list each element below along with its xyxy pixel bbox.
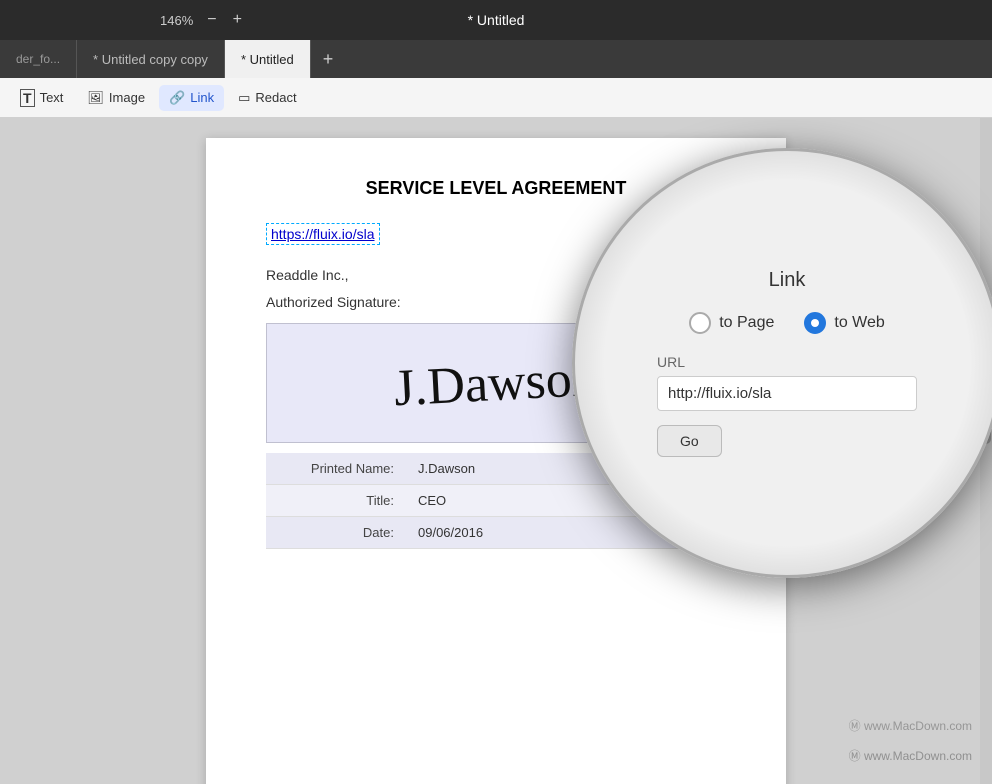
image-icon: 🖼	[87, 90, 104, 106]
watermark-bottom: Ⓜ www.MacDown.com	[849, 747, 972, 764]
title-label: Title:	[266, 485, 406, 517]
link-popup-overlay: Link to Page to Web URL Go	[572, 148, 992, 578]
zoom-out-button[interactable]: −	[205, 11, 218, 29]
text-icon: T	[20, 89, 35, 107]
to-web-label: to Web	[834, 314, 884, 332]
to-web-option[interactable]: to Web	[804, 312, 884, 334]
tab-bar: der_fo... * Untitled copy copy * Untitle…	[0, 40, 992, 78]
window-title: * Untitled	[468, 12, 525, 28]
to-web-radio[interactable]	[804, 312, 826, 334]
zoom-label: 146%	[160, 13, 193, 28]
redact-icon: ▭	[238, 90, 250, 106]
link-type-selector: to Page to Web	[689, 312, 885, 334]
url-label: URL	[657, 354, 685, 370]
date-label: Date:	[266, 517, 406, 549]
watermark-icon: Ⓜ	[849, 719, 861, 733]
go-button[interactable]: Go	[657, 425, 722, 457]
zoom-in-button[interactable]: +	[231, 11, 244, 29]
tab-copy[interactable]: * Untitled copy copy	[77, 40, 225, 78]
content-area: SERVICE LEVEL AGREEMENT https://fluix.io…	[0, 118, 992, 784]
link-popup: Link to Page to Web URL Go	[617, 239, 957, 487]
text-tool-button[interactable]: T Text	[10, 84, 73, 112]
link-tool-button[interactable]: 🔗 Link	[159, 85, 224, 111]
toolbar: T Text 🖼 Image 🔗 Link ▭ Redact	[0, 78, 992, 118]
title-bar-controls: 146% − +	[160, 11, 244, 29]
tab-first[interactable]: der_fo...	[0, 40, 77, 78]
link-icon: 🔗	[169, 90, 185, 106]
to-page-label: to Page	[719, 314, 774, 332]
to-page-radio[interactable]	[689, 312, 711, 334]
tab-untitled[interactable]: * Untitled	[225, 40, 311, 78]
redact-tool-button[interactable]: ▭ Redact	[228, 85, 307, 111]
signature: J.Dawson	[393, 348, 599, 418]
to-page-option[interactable]: to Page	[689, 312, 774, 334]
url-input[interactable]	[657, 376, 917, 411]
title-bar: 146% − + * Untitled	[0, 0, 992, 40]
document-link[interactable]: https://fluix.io/sla	[266, 223, 380, 245]
watermark-icon2: Ⓜ	[849, 749, 861, 763]
image-tool-button[interactable]: 🖼 Image	[77, 85, 155, 111]
link-popup-title: Link	[769, 269, 806, 292]
new-tab-button[interactable]: +	[311, 40, 346, 78]
printed-name-label: Printed Name:	[266, 453, 406, 485]
watermark-top: Ⓜ www.MacDown.com	[849, 717, 972, 734]
